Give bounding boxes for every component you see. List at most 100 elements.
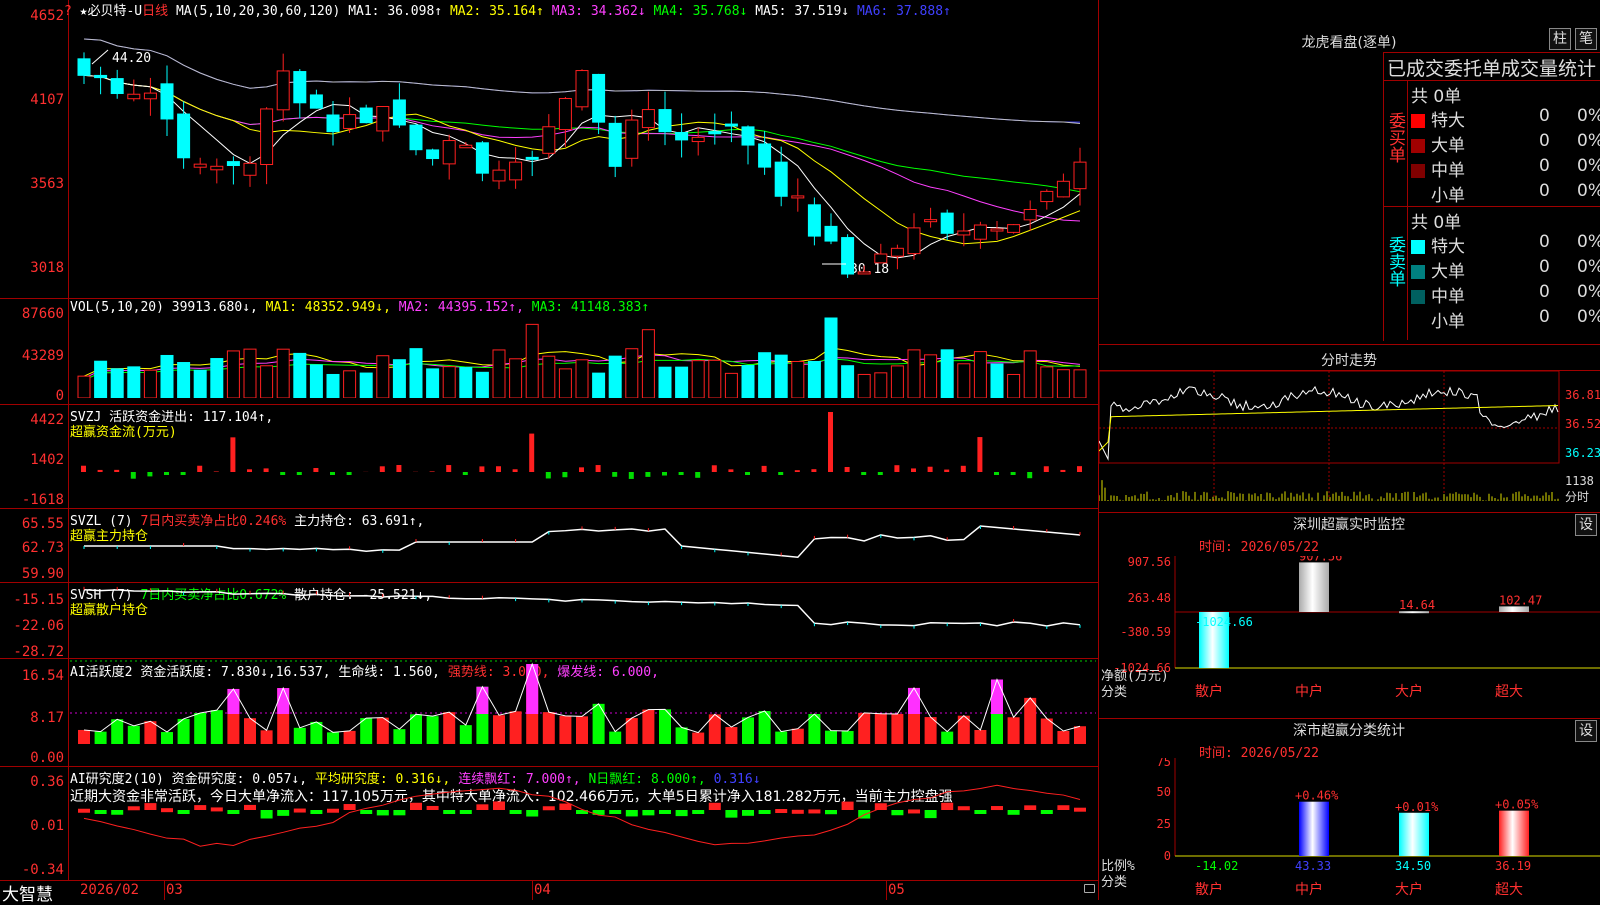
- ai2-tick-2: 0.01: [0, 818, 64, 834]
- research-bar: [1074, 808, 1086, 812]
- sell-row-pct: 0%: [1577, 282, 1600, 302]
- pen-mode-button[interactable]: 笔: [1575, 28, 1597, 50]
- activity-bar: [742, 717, 754, 744]
- research-bar: [493, 801, 505, 810]
- vol-bar: [1024, 351, 1036, 398]
- activity-bar: [941, 732, 953, 744]
- vol-bar: [393, 360, 405, 398]
- flow-bar-out: [330, 472, 335, 475]
- sh-tick: 25: [1157, 817, 1171, 831]
- research-bar: [211, 807, 223, 811]
- activity-bar: [642, 710, 654, 744]
- research-bar: [327, 809, 339, 813]
- sz-category: 大户: [1395, 683, 1423, 700]
- svzl-chart[interactable]: [70, 508, 1096, 582]
- sz-category: 中户: [1295, 683, 1323, 700]
- svzl-tick-2: 62.73: [0, 540, 64, 556]
- lock-icon[interactable]: [1084, 884, 1095, 893]
- brand-label[interactable]: 大智慧: [2, 880, 53, 905]
- research-bar: [526, 810, 538, 817]
- candle-down: [427, 150, 439, 159]
- flow-bar-out: [546, 472, 551, 478]
- flow-bar-in: [762, 466, 767, 472]
- sh-settings-button[interactable]: 设: [1575, 720, 1597, 742]
- sell-row-name: 中单: [1431, 287, 1465, 307]
- flow-bar-in: [114, 470, 119, 472]
- high-arrow: [92, 50, 108, 64]
- research-bar: [725, 810, 737, 818]
- candle-up: [891, 248, 903, 256]
- price-tick-2: 4107: [0, 92, 64, 108]
- flow-bar-out: [147, 472, 152, 476]
- activity-bar: [78, 730, 90, 744]
- candle-up: [1041, 191, 1053, 201]
- sh-bar: [1499, 811, 1529, 856]
- research-bar: [194, 805, 206, 810]
- sz-ylabel2: 分类: [1101, 685, 1127, 700]
- activity-bar: [493, 715, 505, 744]
- activity-bar: [144, 721, 156, 744]
- candle-down: [593, 74, 605, 122]
- candle-down: [178, 114, 190, 158]
- price-chart[interactable]: 44.20 30.18: [70, 14, 1096, 298]
- flow-bar-out: [745, 472, 750, 475]
- chart-area[interactable]: ? ★必贝特-U日线 MA(5,10,20,30,60,120) MA1: 36…: [0, 0, 1098, 900]
- svzl-tick-1: 65.55: [0, 516, 64, 532]
- sh-change-label: +0.46%: [1295, 789, 1339, 803]
- svzj-chart[interactable]: [70, 404, 1096, 508]
- flow-bar-in: [712, 465, 717, 472]
- sz-tick: -380.59: [1120, 625, 1171, 639]
- candle-up: [211, 166, 223, 170]
- candle-down: [95, 75, 107, 77]
- candle-up: [194, 164, 206, 167]
- vol-bar: [194, 370, 206, 398]
- research-bar: [111, 810, 123, 815]
- sz-bar-chart[interactable]: 907.56263.48-380.59-1024.66-1024.66散户907…: [1099, 556, 1600, 716]
- candle-down: [659, 110, 671, 132]
- sz-bar-label: -1024.66: [1195, 615, 1253, 629]
- bar-mode-button[interactable]: 柱: [1549, 28, 1571, 50]
- candle-up: [128, 94, 140, 98]
- candle-up: [792, 196, 804, 198]
- sell-row-name: 特大: [1431, 237, 1465, 257]
- ai2-chart[interactable]: [70, 766, 1096, 880]
- activity-bar: [1074, 726, 1086, 744]
- svsh-tick-3: -28.72: [0, 644, 64, 660]
- vol-chart[interactable]: [70, 314, 1096, 398]
- flow-bar-in: [81, 466, 86, 472]
- flow-bar-in: [313, 468, 318, 472]
- sz-settings-button[interactable]: 设: [1575, 514, 1597, 536]
- vol-bar: [128, 367, 140, 398]
- sell-row-value: 0: [1539, 257, 1550, 277]
- candle-up: [958, 231, 970, 235]
- date-sep-1: [164, 880, 165, 900]
- price-tick-1: 4652: [0, 8, 64, 24]
- candle-up: [460, 145, 472, 148]
- vol-bar: [759, 353, 771, 398]
- research-bar: [310, 810, 322, 814]
- sh-bar-chart[interactable]: 7550250-14.02散户43.33+0.46%中户34.50+0.01%大…: [1099, 758, 1600, 900]
- vol-bar: [543, 356, 555, 398]
- vol-ma3: MA3: 41148.383↑: [532, 300, 649, 315]
- intraday-chart[interactable]: 36.81 36.52 36.23 1138 分时: [1099, 371, 1600, 511]
- divider-vol: [0, 298, 1098, 299]
- research-bar: [476, 804, 488, 810]
- candle-up: [1057, 181, 1069, 197]
- sell-row-pct: 0%: [1577, 307, 1600, 327]
- vol-bar: [377, 356, 389, 398]
- vol-bar: [211, 359, 223, 398]
- research-bar: [377, 810, 389, 815]
- svsh-line: [84, 590, 1080, 626]
- vol-bar: [1057, 370, 1069, 398]
- candle-up: [875, 254, 887, 263]
- flow-bar-in: [894, 465, 899, 472]
- candle-up: [642, 110, 654, 128]
- vol-ma1: MA1: 48352.949↓,: [266, 300, 391, 315]
- vol-bar: [891, 366, 903, 398]
- ai1-chart[interactable]: [70, 658, 1096, 766]
- activity-bar: [593, 704, 605, 744]
- buy-row-name: 小单: [1431, 186, 1465, 206]
- intraday-tick-high: 36.81: [1565, 388, 1600, 402]
- buy-row-pct: 0%: [1577, 106, 1600, 126]
- svsh-chart[interactable]: [70, 582, 1096, 658]
